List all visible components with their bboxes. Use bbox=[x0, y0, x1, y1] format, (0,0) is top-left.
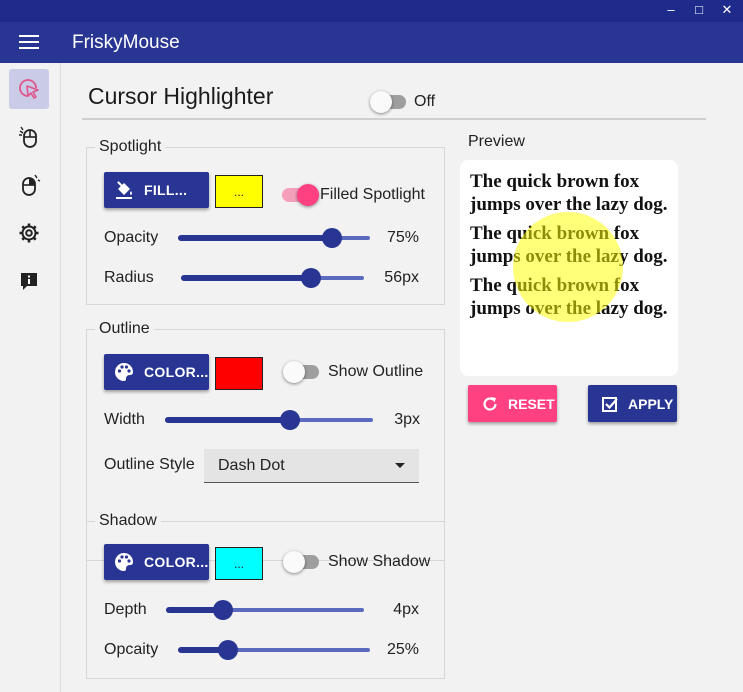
outline-group-title: Outline bbox=[95, 320, 154, 338]
shadow-opacity-value: 25% bbox=[386, 641, 419, 658]
depth-value: 4px bbox=[393, 601, 419, 618]
outline-style-dropdown[interactable]: Dash Dot bbox=[204, 449, 419, 483]
spotlight-group-title: Spotlight bbox=[95, 138, 166, 156]
show-outline-toggle[interactable] bbox=[283, 361, 321, 383]
depth-label: Depth bbox=[104, 601, 147, 618]
title-divider bbox=[82, 118, 706, 120]
spotlight-group: Spotlight FILL... ... Filled Spotlight O… bbox=[86, 138, 445, 305]
spotlight-opacity-slider[interactable] bbox=[178, 228, 370, 248]
palette-icon bbox=[114, 362, 134, 382]
width-label: Width bbox=[104, 411, 145, 428]
shadow-group: Shadow COLOR... ... Show Shadow Depth 4p… bbox=[86, 512, 445, 679]
spotlight-color-swatch[interactable]: ... bbox=[215, 175, 263, 208]
reset-button-label: RESET bbox=[508, 395, 555, 412]
outline-width-slider[interactable] bbox=[165, 410, 373, 430]
preview-label: Preview bbox=[468, 133, 525, 150]
preview-line: The quick brown fox jumps over the lazy … bbox=[470, 171, 668, 215]
highlighter-toggle-label: Off bbox=[414, 93, 436, 110]
nav-mouse-click[interactable] bbox=[9, 117, 49, 157]
opacity-label: Opacity bbox=[104, 229, 159, 246]
show-shadow-label: Show Shadow bbox=[328, 553, 431, 570]
page-title: Cursor Highlighter bbox=[88, 83, 274, 109]
main-content: Cursor Highlighter Off Spotlight FILL...… bbox=[62, 63, 743, 692]
nav-settings[interactable] bbox=[9, 213, 49, 253]
preview-pane: The quick brown fox jumps over the lazy … bbox=[460, 160, 678, 376]
preview-text: The quick brown fox jumps over the lazy … bbox=[470, 170, 670, 326]
shadow-depth-slider[interactable] bbox=[166, 600, 364, 620]
width-value: 3px bbox=[394, 411, 420, 428]
reset-button[interactable]: RESET bbox=[468, 385, 557, 422]
show-outline-label: Show Outline bbox=[328, 363, 424, 380]
shadow-opacity-label: Opcaity bbox=[104, 641, 159, 658]
outline-color-swatch[interactable] bbox=[215, 357, 263, 390]
palette-icon bbox=[114, 552, 134, 572]
outline-style-value: Dash Dot bbox=[218, 457, 285, 474]
preview-line: The quick brown fox jumps over the lazy … bbox=[470, 223, 668, 267]
filled-spotlight-toggle[interactable] bbox=[280, 184, 319, 206]
filled-spotlight-label: Filled Spotlight bbox=[320, 186, 425, 203]
shadow-color-swatch[interactable]: ... bbox=[215, 547, 263, 580]
checkbox-check-icon bbox=[600, 394, 620, 414]
cursor-highlight-icon bbox=[19, 79, 39, 99]
spotlight-radius-slider[interactable] bbox=[181, 268, 364, 288]
opacity-value: 75% bbox=[386, 229, 419, 246]
apply-button[interactable]: APPLY bbox=[588, 385, 677, 422]
gear-icon bbox=[19, 223, 39, 243]
highlighter-enable-toggle[interactable] bbox=[370, 91, 408, 113]
outline-color-button[interactable]: COLOR... bbox=[104, 354, 209, 390]
mouse-click-icon bbox=[19, 126, 37, 148]
mouse-right-icon bbox=[22, 174, 41, 196]
radius-label: Radius bbox=[104, 269, 154, 286]
fill-button-label: FILL... bbox=[144, 182, 188, 198]
shadow-color-button-label: COLOR... bbox=[144, 554, 209, 570]
shadow-color-button[interactable]: COLOR... bbox=[104, 544, 209, 580]
radius-value: 56px bbox=[384, 269, 419, 286]
close-button[interactable]: ✕ bbox=[721, 2, 733, 18]
outline-style-label: Outline Style bbox=[104, 456, 195, 473]
app-bar: FriskyMouse bbox=[0, 22, 743, 63]
paint-bucket-icon bbox=[114, 180, 134, 200]
info-icon bbox=[21, 273, 37, 290]
shadow-opacity-slider[interactable] bbox=[178, 640, 370, 660]
window-controls: – □ ✕ bbox=[665, 2, 733, 18]
shadow-group-title: Shadow bbox=[95, 512, 161, 530]
chevron-down-icon bbox=[395, 463, 405, 468]
preview-line: The quick brown fox jumps over the lazy … bbox=[470, 275, 668, 319]
nav-about[interactable] bbox=[9, 261, 49, 301]
fill-color-button[interactable]: FILL... bbox=[104, 172, 209, 208]
show-shadow-toggle[interactable] bbox=[283, 551, 321, 573]
app-title: FriskyMouse bbox=[72, 32, 180, 53]
minimize-button[interactable]: – bbox=[665, 2, 677, 18]
hamburger-menu-icon[interactable] bbox=[19, 35, 39, 49]
maximize-button[interactable]: □ bbox=[693, 2, 705, 18]
nav-cursor-highlighter[interactable] bbox=[9, 69, 49, 109]
window-titlebar: – □ ✕ bbox=[0, 0, 743, 22]
sidebar bbox=[0, 63, 61, 692]
apply-button-label: APPLY bbox=[628, 395, 674, 412]
refresh-icon bbox=[480, 394, 500, 414]
outline-color-button-label: COLOR... bbox=[144, 364, 209, 380]
nav-mouse-right[interactable] bbox=[9, 165, 49, 205]
